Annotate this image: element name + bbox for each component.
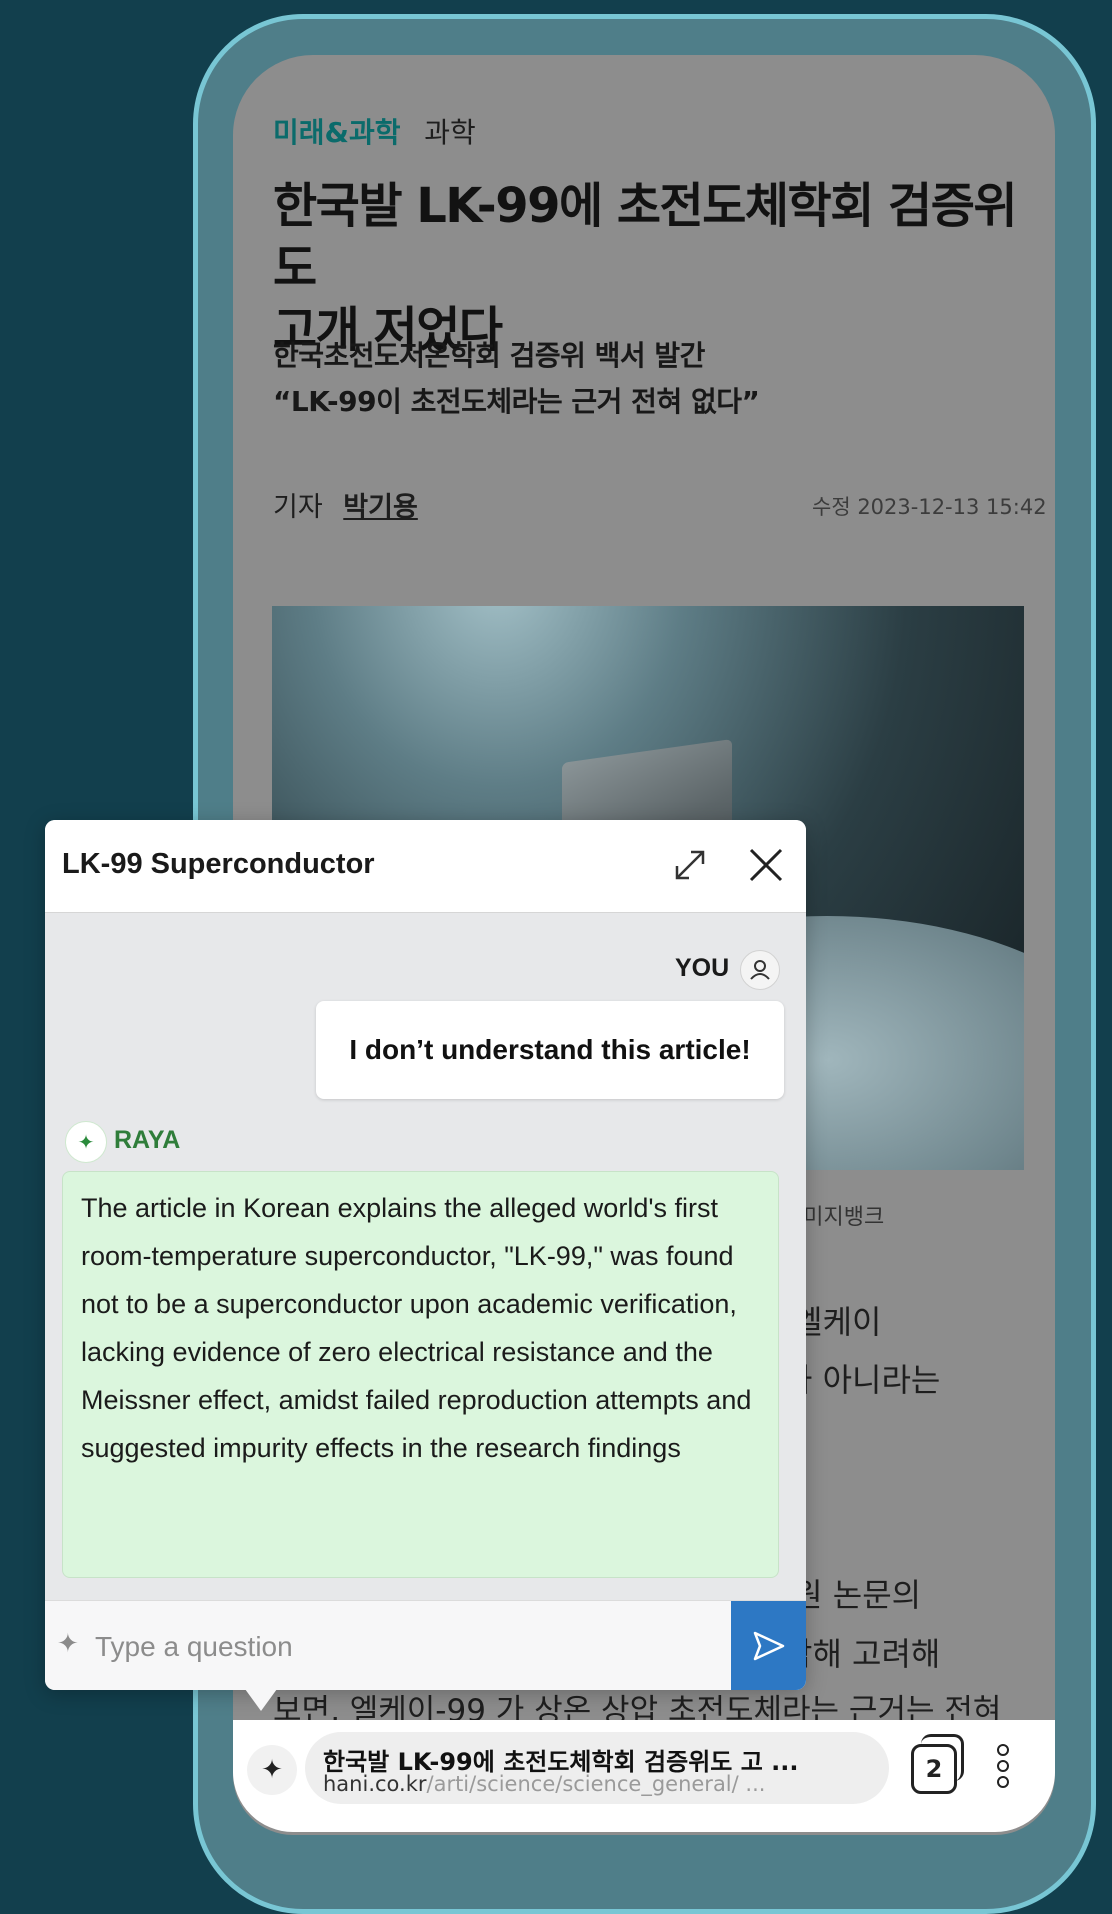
expand-icon[interactable] xyxy=(667,842,713,888)
section-breadcrumb: 미래&과학 과학 xyxy=(273,111,476,151)
page-url: hani.co.kr/arti/science/science_general/… xyxy=(323,1772,883,1796)
ai-assistant-button[interactable]: ✦ xyxy=(247,1745,297,1795)
ai-chat-panel: LK-99 Superconductor YOU I don’t underst… xyxy=(45,820,806,1690)
sparkle-icon: ✦ xyxy=(261,1755,283,1785)
user-message-text: I don’t understand this article! xyxy=(349,1034,751,1065)
chat-title: LK-99 Superconductor xyxy=(62,848,375,880)
browser-address-bar: ✦ 한국발 LK-99에 초전도체학회 검증위도 고 ... hani.co.k… xyxy=(233,1720,1055,1832)
subsection-link[interactable]: 과학 xyxy=(424,116,476,149)
more-vertical-icon[interactable] xyxy=(995,1744,1011,1794)
user-icon xyxy=(740,950,780,990)
send-button[interactable] xyxy=(731,1601,806,1690)
user-message-bubble: I don’t understand this article! xyxy=(316,1001,784,1099)
article-subheadline: 한국초전도저온학회 검증위 백서 발간 “LK-99이 초전도체라는 근거 전혀… xyxy=(273,333,1033,425)
close-icon[interactable] xyxy=(743,842,789,888)
headline-line-1: 한국발 LK-99에 초전도체학회 검증위도 xyxy=(273,178,1018,296)
sparkle-icon: ✦ xyxy=(57,1629,79,1659)
timestamp-text: 수정 2023-12-13 15:42 xyxy=(812,495,1047,519)
assistant-message-bubble: The article in Korean explains the alleg… xyxy=(62,1171,779,1578)
chat-input-row: ✦ xyxy=(45,1600,806,1690)
tabs-button[interactable]: 2 xyxy=(911,1744,957,1794)
send-icon xyxy=(753,1631,785,1661)
subhead-line-2: “LK-99이 초전도체라는 근거 전혀 없다” xyxy=(273,385,760,418)
section-link[interactable]: 미래&과학 xyxy=(273,116,400,149)
sparkle-icon: ✦ xyxy=(65,1121,107,1163)
byline-label: 기자 xyxy=(273,492,323,523)
question-input[interactable] xyxy=(93,1619,617,1675)
body-text-line: 가 아니라는 xyxy=(783,1361,941,1399)
chat-panel-pointer xyxy=(245,1689,277,1711)
timestamp[interactable]: 수정 2023-12-13 15:42 xyxy=(812,491,1055,521)
url-field[interactable]: 한국발 LK-99에 초전도체학회 검증위도 고 ... hani.co.kr/… xyxy=(305,1732,889,1804)
tab-count: 2 xyxy=(925,1755,943,1783)
assistant-label: RAYA xyxy=(114,1126,181,1154)
byline: 기자 박기용 xyxy=(273,485,418,524)
url-domain: hani.co.kr xyxy=(323,1772,427,1796)
url-path: /arti/science/science_general/ ... xyxy=(426,1772,766,1796)
reporter-name-link[interactable]: 박기용 xyxy=(343,492,418,523)
chat-header: LK-99 Superconductor xyxy=(45,820,806,913)
assistant-message-text: The article in Korean explains the alleg… xyxy=(81,1193,752,1463)
body-text-line: 합해 고려해 xyxy=(783,1635,941,1673)
subhead-line-1: 한국초전도저온학회 검증위 백서 발간 xyxy=(273,339,705,372)
user-label: YOU xyxy=(675,954,730,982)
